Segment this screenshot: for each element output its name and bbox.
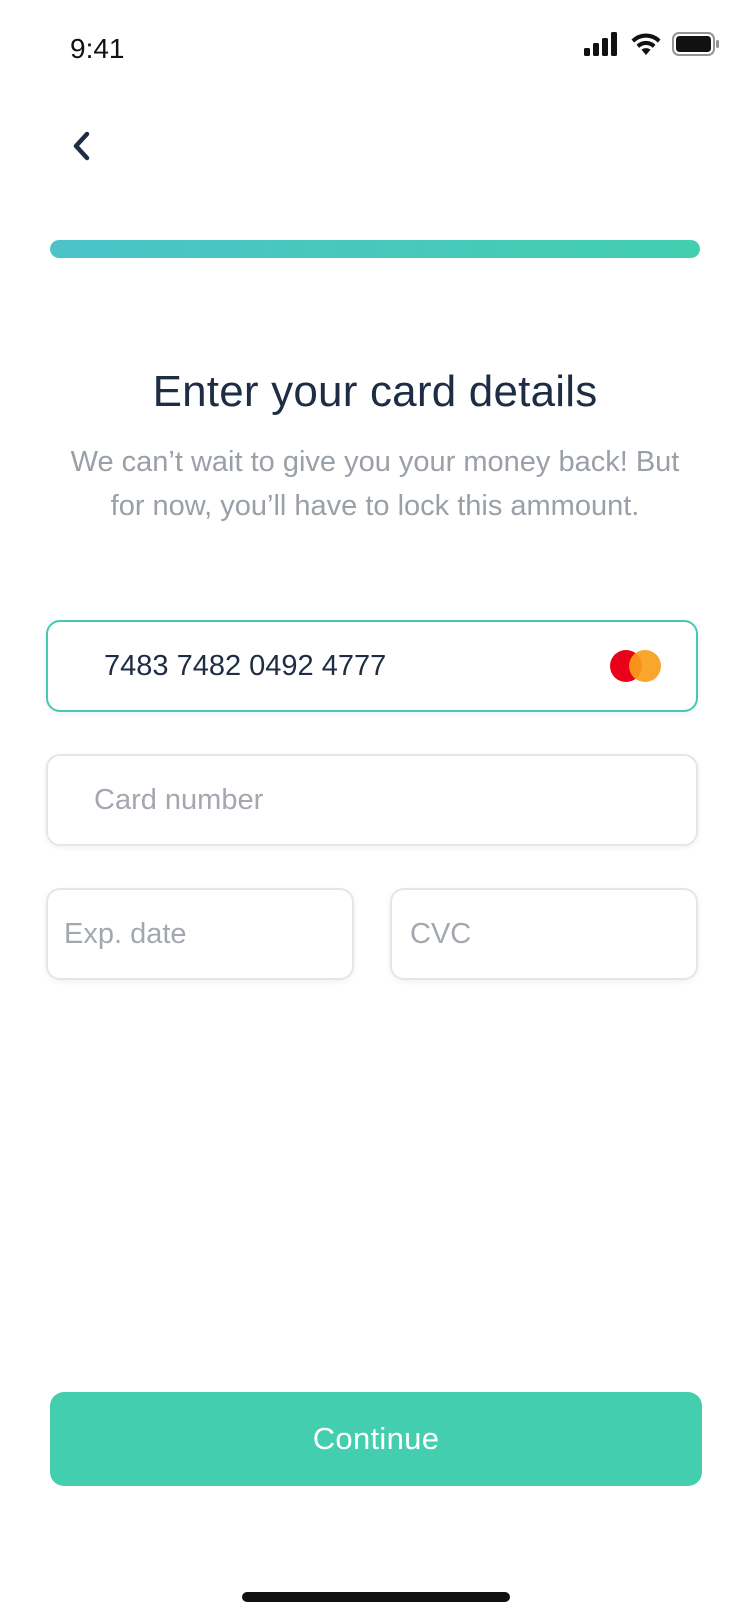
page-title: Enter your card details	[152, 367, 598, 417]
home-indicator	[242, 1592, 510, 1602]
chevron-left-icon	[71, 131, 93, 166]
card-number-input-active[interactable]	[46, 620, 698, 712]
card-number-input[interactable]	[46, 754, 698, 846]
exp-date-field[interactable]	[64, 890, 340, 978]
cvc-input[interactable]	[390, 888, 698, 980]
mastercard-icon	[610, 649, 662, 683]
cellular-signal-icon	[584, 31, 620, 61]
status-time: 9:41	[70, 33, 125, 64]
battery-icon	[672, 31, 720, 61]
page-subtitle: We can’t wait to give you your money bac…	[70, 446, 680, 522]
back-button[interactable]	[60, 126, 104, 170]
exp-date-input[interactable]	[46, 888, 354, 980]
status-icons	[584, 31, 720, 61]
continue-button[interactable]: Continue	[50, 1392, 702, 1486]
card-number-field[interactable]	[94, 756, 672, 844]
cvc-field[interactable]	[410, 890, 684, 978]
card-number-active-field[interactable]	[104, 622, 610, 710]
progress-bar	[50, 240, 700, 258]
progress-fill	[50, 240, 700, 258]
wifi-icon	[630, 32, 662, 61]
